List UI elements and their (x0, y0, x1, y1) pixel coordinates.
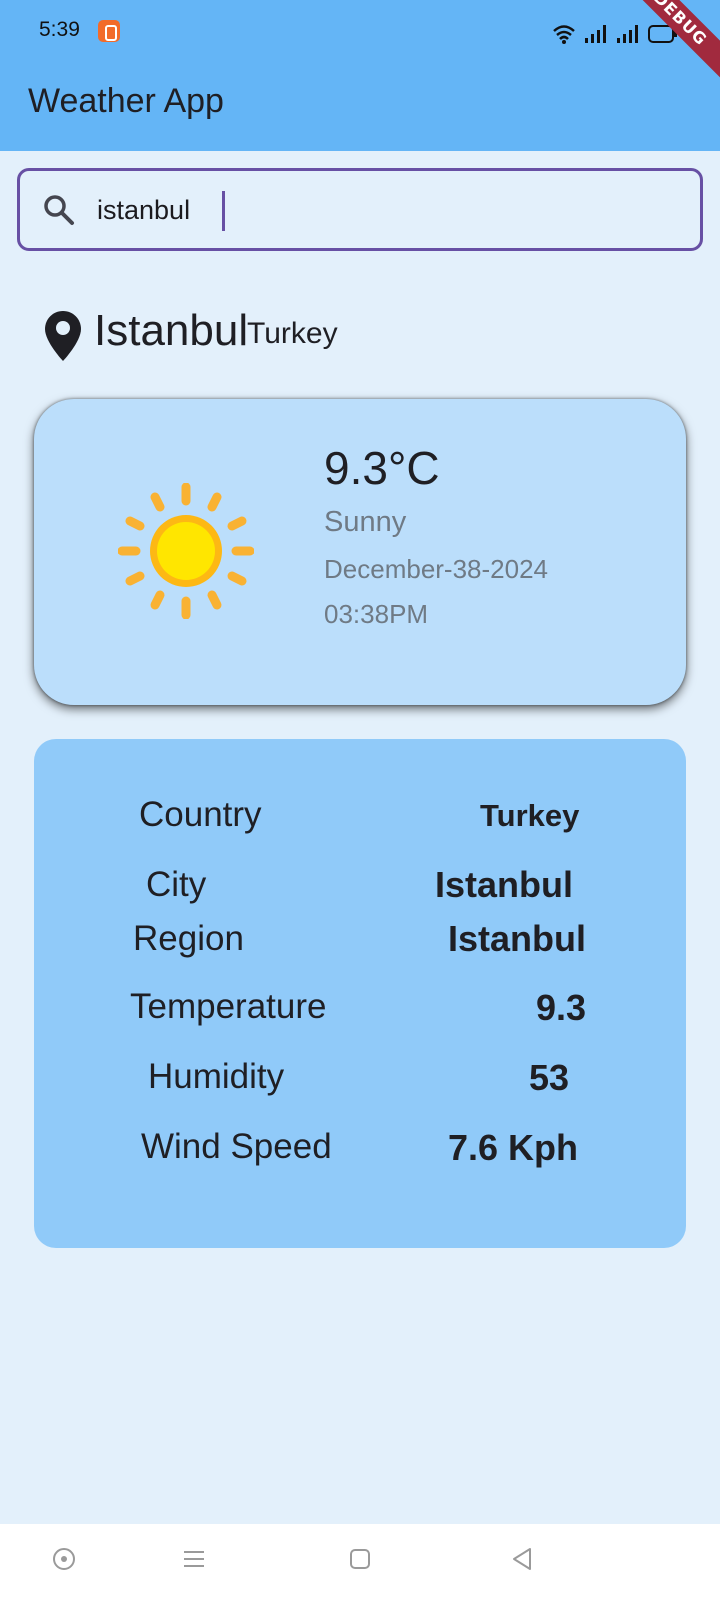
current-temperature: 9.3°C (324, 442, 440, 494)
back-nav-icon[interactable] (510, 1547, 534, 1571)
weather-details-card: Country Turkey City Istanbul Region Ista… (34, 739, 686, 1248)
temperature-value: 9.3 (536, 987, 587, 1028)
notification-app-icon (98, 20, 120, 42)
app-bar: 5:39 DEBUG Weather App (0, 0, 720, 151)
wind-speed-label: Wind Speed (141, 1127, 332, 1166)
app-title: Weather App (28, 82, 224, 120)
humidity-value: 53 (529, 1057, 570, 1098)
weather-condition: Sunny (324, 506, 407, 538)
region-label: Region (133, 919, 244, 958)
signal-icon-2 (617, 25, 638, 43)
city-value: Istanbul (435, 864, 574, 905)
region-value: Istanbul (448, 918, 587, 959)
status-time: 5:39 (39, 18, 80, 41)
current-weather-card: 9.3°C Sunny December-38-2024 03:38PM (34, 399, 686, 705)
search-field[interactable] (17, 168, 703, 251)
home-nav-icon[interactable] (348, 1547, 372, 1571)
wifi-icon (553, 25, 575, 44)
status-icons (552, 18, 678, 44)
sun-icon (118, 483, 254, 619)
signal-icon (585, 25, 606, 43)
country-value: Turkey (480, 798, 580, 833)
humidity-label: Humidity (148, 1057, 285, 1096)
text-caret (222, 191, 225, 231)
city-label: City (146, 865, 207, 904)
search-icon (44, 195, 74, 225)
country-label: Country (139, 795, 262, 834)
system-nav-bar (0, 1524, 720, 1600)
location-city: Istanbul (94, 306, 249, 355)
search-input[interactable] (97, 188, 657, 232)
temperature-label: Temperature (130, 987, 327, 1026)
weather-time: 03:38PM (324, 599, 429, 629)
assistant-nav-icon[interactable] (52, 1547, 76, 1571)
menu-nav-icon[interactable] (182, 1547, 206, 1571)
weather-date: December-38-2024 (324, 554, 549, 584)
wind-speed-value: 7.6 Kph (448, 1127, 579, 1168)
location-country: Turkey (247, 317, 338, 350)
location-pin-icon (45, 311, 81, 361)
